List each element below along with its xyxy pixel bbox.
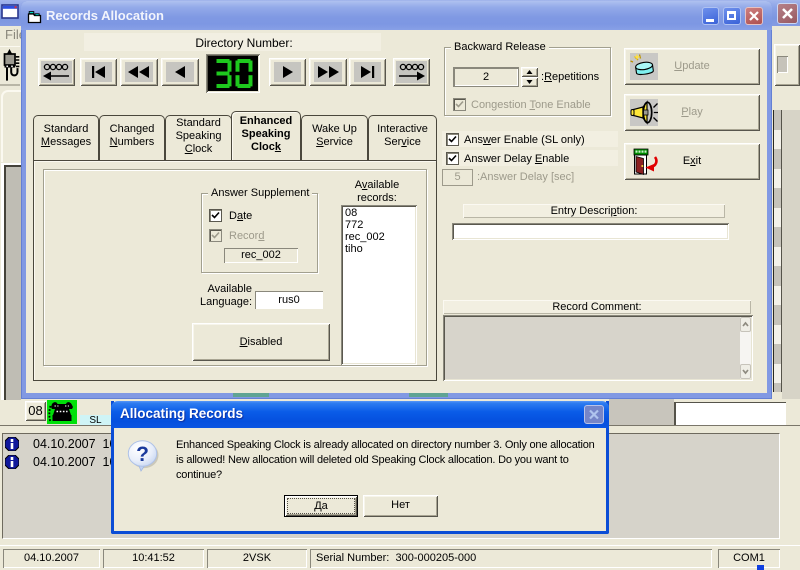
svg-text:?: ? <box>136 443 149 466</box>
